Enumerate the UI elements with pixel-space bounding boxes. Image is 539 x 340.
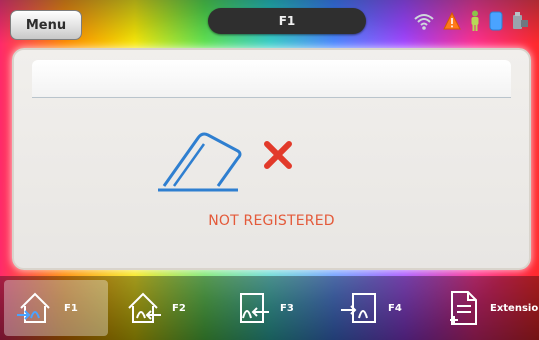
usb-icon <box>511 11 529 35</box>
f1-label: F1 <box>64 302 78 314</box>
panel-divider <box>32 97 511 98</box>
person-icon <box>469 10 481 36</box>
main-panel: NOT REGISTERED <box>12 48 531 270</box>
person-in-icon <box>338 287 380 329</box>
f3-label: F3 <box>280 302 294 314</box>
top-bar: Menu F1 <box>0 0 539 44</box>
extension-label: Extension <box>490 302 539 314</box>
f2-button[interactable]: F2 <box>112 280 216 336</box>
f1-button[interactable]: F1 <box>4 280 108 336</box>
status-icons <box>413 10 529 36</box>
x-mark-icon <box>262 139 294 175</box>
person-out-icon <box>230 287 272 329</box>
home-in-icon <box>14 287 56 329</box>
warning-icon <box>443 11 461 34</box>
f4-button[interactable]: F4 <box>328 280 432 336</box>
registration-status-text: NOT REGISTERED <box>208 213 335 229</box>
storage-icon <box>489 11 503 35</box>
menu-button[interactable]: Menu <box>10 10 82 40</box>
wifi-icon <box>413 12 435 34</box>
document-add-icon <box>442 287 482 329</box>
screen-title: F1 <box>208 8 366 34</box>
panel-header <box>32 60 511 98</box>
function-key-bar: F1 F2 F3 F4 Extensio <box>0 276 539 340</box>
card-icon <box>154 118 244 202</box>
extension-button[interactable]: Extension <box>432 280 539 336</box>
home-out-icon <box>122 287 164 329</box>
f4-label: F4 <box>388 302 402 314</box>
f3-button[interactable]: F3 <box>220 280 324 336</box>
f2-label: F2 <box>172 302 186 314</box>
